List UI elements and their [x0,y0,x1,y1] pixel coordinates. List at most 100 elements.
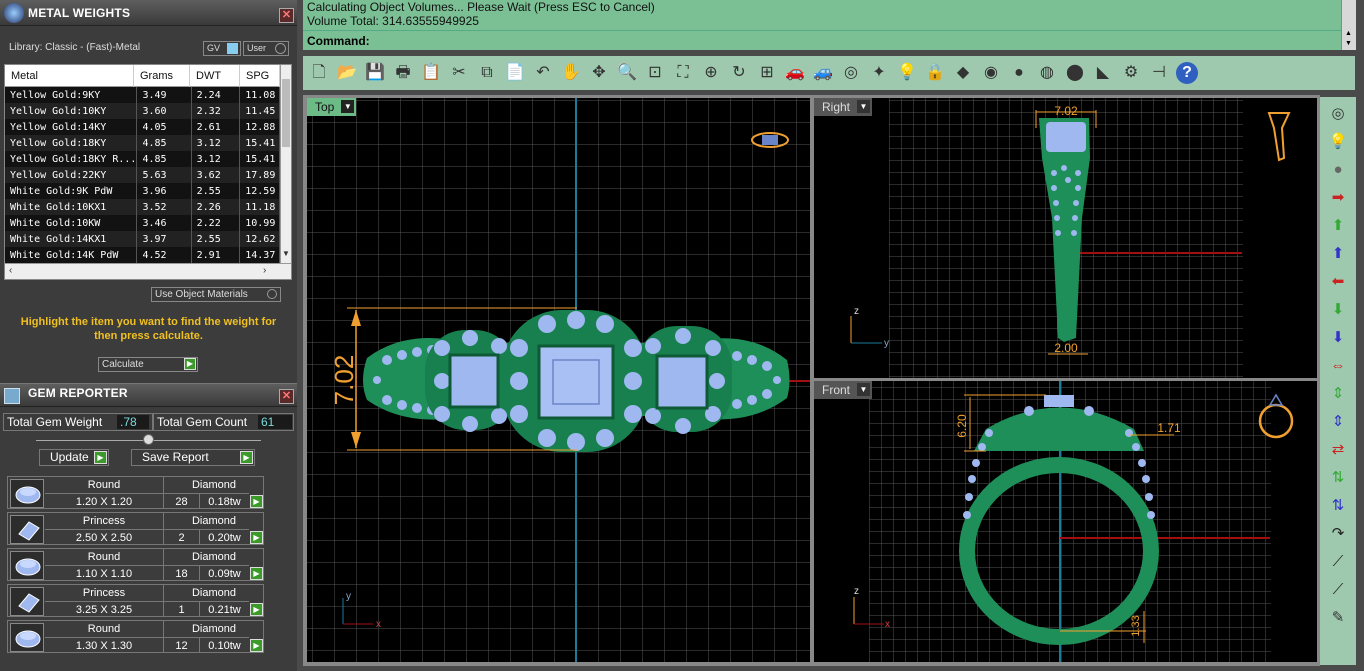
color-wheel-icon[interactable]: ◉ [980,62,1002,84]
new-icon[interactable]: 🗋 [308,62,330,84]
command-line[interactable]: Command: [303,30,1341,50]
front-viewport-label[interactable]: Front ▼ [814,381,873,399]
col-spg[interactable]: SPG [240,65,280,87]
pan-icon[interactable]: ✋ [560,62,582,84]
shaded-sphere-icon[interactable]: ● [1008,62,1030,84]
table-row[interactable]: Yellow Gold:14KY 4.05 2.61 12.88 [5,119,280,135]
move-up-blue-icon[interactable]: ⬆ [1327,243,1349,265]
close-icon[interactable]: ✕ [279,389,294,404]
materials-icon[interactable]: ◆ [952,62,974,84]
copy-icon[interactable]: ⧉ [476,62,498,84]
move-down-icon[interactable]: ⬇ [1327,299,1349,321]
col-dwt[interactable]: DWT [190,65,240,87]
sphere-icon[interactable]: ● [1327,159,1349,181]
move-right-icon[interactable]: ➡ [1327,187,1349,209]
col-grams[interactable]: Grams [134,65,190,87]
zoom-icon[interactable]: 🔍 [616,62,638,84]
move-down-blue-icon[interactable]: ⬇ [1327,327,1349,349]
gem-row[interactable]: Round 1.20 X 1.20 Diamond 28 0.18tw ▶ [7,476,264,509]
gem-row[interactable]: Round 1.30 X 1.30 Diamond 12 0.10tw ▶ [7,620,264,653]
scroll-down-icon[interactable]: ▼ [282,249,290,258]
help-icon[interactable]: ? [1176,62,1198,84]
table-row[interactable]: White Gold:10KW 3.46 2.22 10.99 [5,215,280,231]
contract-blue-icon[interactable]: ⇅ [1327,495,1349,517]
contract-horizontal-icon[interactable]: ⇄ [1327,439,1349,461]
right-viewport[interactable]: 7.02 2.00 z y Right ▼ [813,97,1318,379]
spotlight-icon[interactable]: ◣ [1092,62,1114,84]
gem-row[interactable]: Princess 2.50 X 2.50 Diamond 2 0.20tw ▶ [7,512,264,545]
save-report-button[interactable]: Save Report ▶ [131,449,255,466]
zoom-window-icon[interactable]: ⊡ [644,62,666,84]
top-viewport-label[interactable]: Top ▼ [307,98,357,116]
play-icon[interactable]: ▶ [250,639,263,652]
move-left-icon[interactable]: ⬅ [1327,271,1349,293]
play-icon[interactable]: ▶ [250,603,263,616]
update-button[interactable]: Update ▶ [39,449,109,466]
grid-icon[interactable]: ⊣ [1148,62,1170,84]
use-object-materials-toggle[interactable]: Use Object Materials [151,287,281,302]
expand-blue-icon[interactable]: ⇕ [1327,411,1349,433]
paste-icon[interactable]: 📄 [504,62,526,84]
gem-row[interactable]: Round 1.10 X 1.10 Diamond 18 0.09tw ▶ [7,548,264,581]
user-toggle[interactable]: User [243,41,289,56]
four-views-icon[interactable]: ⊞ [756,62,778,84]
scroll-up-icon[interactable]: ▲ [1345,30,1352,37]
snap-icon[interactable]: ◎ [840,62,862,84]
table-row[interactable]: Yellow Gold:18KY R... 4.85 3.12 15.41 [5,151,280,167]
options-icon[interactable]: ⚙ [1120,62,1142,84]
lock-icon[interactable]: 🔒 [924,62,946,84]
line-icon[interactable]: ⟋ [1327,579,1349,601]
top-viewport[interactable]: 7.02 y x Top ▼ [306,97,811,663]
open-icon[interactable]: 📂 [336,62,358,84]
zoom-extents-icon[interactable]: ⛶ [672,62,694,84]
right-viewport-label[interactable]: Right ▼ [814,98,873,116]
expand-horizontal-icon[interactable]: ⇔ [1327,355,1349,377]
layers-icon[interactable]: ✦ [868,62,890,84]
expand-vertical-icon[interactable]: ⇕ [1327,383,1349,405]
move-up-icon[interactable]: ⬆ [1327,215,1349,237]
table-row[interactable]: White Gold:10KX1 3.52 2.26 11.18 [5,199,280,215]
undo-icon[interactable]: ↶ [532,62,554,84]
close-icon[interactable]: ✕ [279,8,294,23]
front-viewport[interactable]: 6.20 1.71 1.33 z x Front ▼ [813,380,1318,663]
command-scrollbar[interactable]: ▲ ▼ [1341,0,1356,50]
car-icon[interactable]: 🚗 [784,62,806,84]
col-metal[interactable]: Metal [5,65,134,87]
rotate-icon[interactable]: ✥ [588,62,610,84]
table-row[interactable]: Yellow Gold:22KY 5.63 3.62 17.89 [5,167,280,183]
metal-table-vscroll[interactable]: ▼ [280,65,291,263]
cut-icon[interactable]: ✂ [448,62,470,84]
contract-vertical-icon[interactable]: ⇅ [1327,467,1349,489]
metal-table-hscroll[interactable]: ‹ › [5,263,291,279]
save-icon[interactable]: 💾 [364,62,386,84]
tool-icon[interactable]: ✎ [1327,607,1349,629]
play-icon[interactable]: ▶ [250,531,263,544]
calculate-button[interactable]: Calculate ▶ [98,357,198,372]
play-icon[interactable]: ▶ [250,495,263,508]
gem-row[interactable]: Princess 3.25 X 3.25 Diamond 1 0.21tw ▶ [7,584,264,617]
table-row[interactable]: Yellow Gold:10KY 3.60 2.32 11.45 [5,103,280,119]
gv-toggle[interactable]: GV [203,41,241,56]
table-row[interactable]: Yellow Gold:9KY 3.49 2.24 11.08 [5,87,280,103]
table-row[interactable]: White Gold:9K PdW 3.96 2.55 12.59 [5,183,280,199]
scroll-right-icon[interactable]: › [263,265,266,276]
light-icon[interactable]: 💡 [896,62,918,84]
play-icon[interactable]: ▶ [250,567,263,580]
curve-icon[interactable]: ↷ [1327,523,1349,545]
properties-icon[interactable]: 📋 [420,62,442,84]
table-row[interactable]: White Gold:14KX1 3.97 2.55 12.62 [5,231,280,247]
camera-icon[interactable]: ◎ [1327,103,1349,125]
gem-slider-thumb[interactable] [143,434,154,445]
scroll-down-icon[interactable]: ▼ [1345,40,1352,47]
wire-sphere-icon[interactable]: ◍ [1036,62,1058,84]
line-point-icon[interactable]: ⟋ [1327,551,1349,573]
zoom-dynamic-icon[interactable]: ↻ [728,62,750,84]
scroll-left-icon[interactable]: ‹ [9,265,12,276]
zoom-selected-icon[interactable]: ⊕ [700,62,722,84]
table-row[interactable]: White Gold:14K PdW 4.52 2.91 14.37 [5,247,280,263]
car-gray-icon[interactable]: 🚙 [812,62,834,84]
table-row[interactable]: Yellow Gold:18KY 4.85 3.12 15.41 [5,135,280,151]
render-sphere-icon[interactable]: ⬤ [1064,62,1086,84]
bulb-icon[interactable]: 💡 [1327,131,1349,153]
print-icon[interactable]: 🖶 [392,62,414,84]
